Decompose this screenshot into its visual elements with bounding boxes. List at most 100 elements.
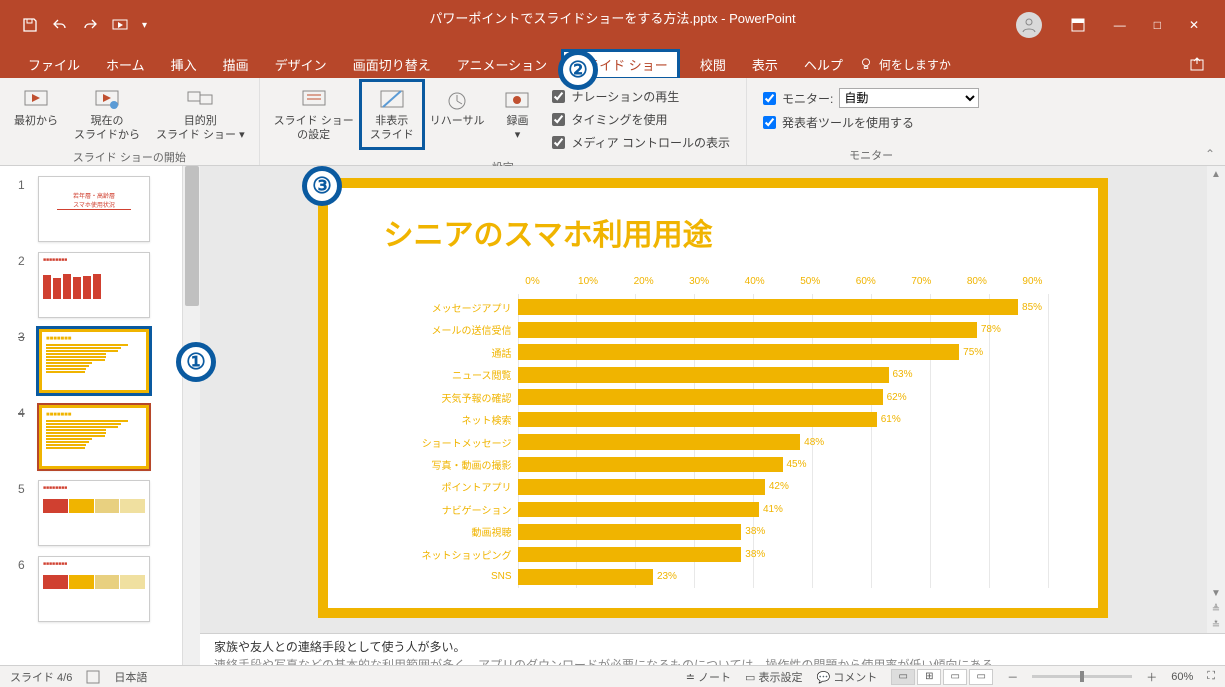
chart-bar-label: 写真・動画の撮影 [388, 457, 518, 472]
zoom-slider[interactable] [1032, 675, 1132, 678]
zoom-out-button[interactable]: － [1007, 669, 1018, 685]
slide-thumb-3[interactable]: ■■■■■■■ [38, 328, 150, 394]
chart-bar-value: 61% [877, 414, 901, 425]
ribbon-group-start-label: スライド ショーの開始 [6, 147, 253, 165]
prev-slide-icon[interactable]: ≜ [1207, 601, 1225, 617]
display-settings-button[interactable]: ▭ 表示設定 [745, 669, 802, 685]
collapse-ribbon-icon[interactable]: ⌃ [1205, 147, 1215, 161]
notes-line-2: 連絡手段や写真などの基本的な利用範囲が多く アプリのダウンロードが必要になるもの… [214, 656, 1211, 665]
monitor-select[interactable]: 自動 [839, 88, 979, 108]
presentation-icon [23, 86, 49, 114]
chart-bar-fill [518, 322, 977, 338]
tab-draw[interactable]: 描画 [213, 51, 259, 78]
language-label[interactable]: 日本語 [114, 669, 147, 685]
scroll-thumb[interactable] [185, 166, 199, 306]
fit-to-window-button[interactable]: ⛶ [1207, 670, 1215, 683]
tab-design[interactable]: デザイン [265, 51, 337, 78]
qat-dropdown-icon[interactable]: ▾ [142, 20, 147, 31]
from-current-button[interactable]: 現在の スライドから [66, 82, 148, 147]
chart-bar-row: ネットショッピング38% [388, 543, 1048, 565]
monitor-enable-check[interactable] [763, 92, 776, 105]
thumb-scrollbar[interactable] [182, 166, 200, 665]
slideshow-view-button[interactable]: ▭ [969, 669, 993, 685]
monitor-label: モニター: [782, 90, 833, 107]
minimize-button[interactable]: ― [1114, 18, 1126, 32]
status-bar: スライド 4/6 日本語 ≐ ノート ▭ 表示設定 💬 コメント ▭ ⊞ ▭ ▭… [0, 665, 1225, 687]
record-button[interactable]: 録画 ▾ [492, 82, 542, 147]
ribbon-group-start: 最初から 現在の スライドから 目的別 スライド ショー ▾ スライド ショーの… [0, 78, 260, 165]
tab-insert[interactable]: 挿入 [161, 51, 207, 78]
ribbon-display-options-icon[interactable] [1070, 17, 1086, 33]
chart-bar-row: ショートメッセージ48% [388, 431, 1048, 453]
scroll-down-icon[interactable]: ▼ [1207, 585, 1225, 601]
notes-pane[interactable]: 家族や友人との連絡手段として使う人が多い。 連絡手段や写真などの基本的な利用範囲… [200, 633, 1225, 665]
setup-slideshow-button[interactable]: スライド ショー の設定 [266, 82, 362, 147]
chart-bar-fill [518, 412, 877, 428]
custom-slideshow-button[interactable]: 目的別 スライド ショー ▾ [148, 82, 253, 147]
undo-icon[interactable] [52, 17, 68, 33]
chart-bar-label: メッセージアプリ [388, 300, 518, 315]
save-icon[interactable] [22, 17, 38, 33]
tab-animations[interactable]: アニメーション [447, 51, 557, 78]
timings-check[interactable]: タイミングを使用 [552, 111, 730, 128]
tab-view[interactable]: 表示 [742, 51, 788, 78]
annotation-2: ② [558, 50, 598, 90]
setup-slideshow-label-2: の設定 [297, 128, 330, 142]
share-icon[interactable] [1189, 56, 1205, 72]
slideshow-from-start-icon[interactable] [112, 17, 128, 33]
reading-view-button[interactable]: ▭ [943, 669, 967, 685]
redo-icon[interactable] [82, 17, 98, 33]
slide-thumb-6[interactable]: ■■■■■■■■ [38, 556, 150, 622]
tab-review[interactable]: 校閲 [690, 51, 736, 78]
slide-thumb-1[interactable]: 若年層・高齢層スマホ使用状況 [38, 176, 150, 242]
tell-me-search[interactable]: 何をしますか [859, 56, 951, 73]
normal-view-button[interactable]: ▭ [891, 669, 915, 685]
thumb-num: 1 [18, 176, 32, 192]
from-beginning-button[interactable]: 最初から [6, 82, 66, 132]
tab-help[interactable]: ヘルプ [794, 51, 853, 78]
chart-bar-fill [518, 389, 883, 405]
current-slide[interactable]: シニアのスマホ利用用途 0%10%20%30%40%50%60%70%80%90… [318, 178, 1108, 618]
user-avatar-icon[interactable] [1016, 12, 1042, 38]
chart-bar-fill [518, 434, 801, 450]
rehearse-button[interactable]: リハーサル [422, 82, 493, 132]
comments-button[interactable]: 💬 コメント [817, 669, 878, 685]
media-controls-check[interactable]: メディア コントロールの表示 [552, 134, 730, 151]
hide-slide-button[interactable]: 非表示 スライド [362, 82, 422, 147]
chart-bar-label: ニュース閲覧 [388, 367, 518, 382]
chart-bar-value: 78% [977, 324, 1001, 335]
tab-file[interactable]: ファイル [18, 51, 90, 78]
slide-thumb-2[interactable]: ■■■■■■■■ [38, 252, 150, 318]
tab-transitions[interactable]: 画面切り替え [343, 51, 441, 78]
chart-bar-fill [518, 367, 889, 383]
slide-thumb-4[interactable]: ■■■■■■■ [38, 404, 150, 470]
ribbon-tabs: ファイル ホーム 挿入 描画 デザイン 画面切り替え アニメーション スライド … [0, 50, 1225, 78]
from-current-label-1: 現在の [91, 114, 124, 128]
zoom-in-button[interactable]: ＋ [1146, 669, 1157, 685]
tab-home[interactable]: ホーム [96, 51, 155, 78]
maximize-button[interactable]: □ [1154, 18, 1161, 32]
presenter-view-check[interactable]: 発表者ツールを使用する [763, 114, 979, 131]
accessibility-icon[interactable] [86, 670, 100, 684]
view-buttons: ▭ ⊞ ▭ ▭ [891, 669, 993, 685]
chart-bar-row: メッセージアプリ85% [388, 296, 1048, 318]
zoom-percent[interactable]: 60% [1171, 671, 1193, 683]
close-button[interactable]: ✕ [1189, 18, 1199, 32]
editor-scrollbar[interactable]: ▲ ▼ ≜ ≛ [1207, 166, 1225, 633]
zoom-handle[interactable] [1080, 671, 1084, 682]
chart-bar-row: ポイントアプリ42% [388, 476, 1048, 498]
next-slide-icon[interactable]: ≛ [1207, 617, 1225, 633]
chart-bar-label: SNS [388, 571, 518, 582]
chart-bar-value: 41% [759, 504, 783, 515]
notes-button[interactable]: ≐ ノート [686, 669, 731, 685]
sorter-view-button[interactable]: ⊞ [917, 669, 941, 685]
record-label-2: ▾ [515, 128, 521, 142]
chart-bar-row: 動画視聴38% [388, 521, 1048, 543]
chart-bar-fill [518, 344, 960, 360]
setup-slideshow-label-1: スライド ショー [274, 114, 354, 128]
scroll-up-icon[interactable]: ▲ [1207, 166, 1225, 182]
ribbon-checks: ナレーションの再生 タイミングを使用 メディア コントロールの表示 [542, 82, 740, 157]
slide-thumb-5[interactable]: ■■■■■■■■ [38, 480, 150, 546]
narration-check[interactable]: ナレーションの再生 [552, 88, 730, 105]
record-label-1: 録画 [506, 114, 528, 128]
